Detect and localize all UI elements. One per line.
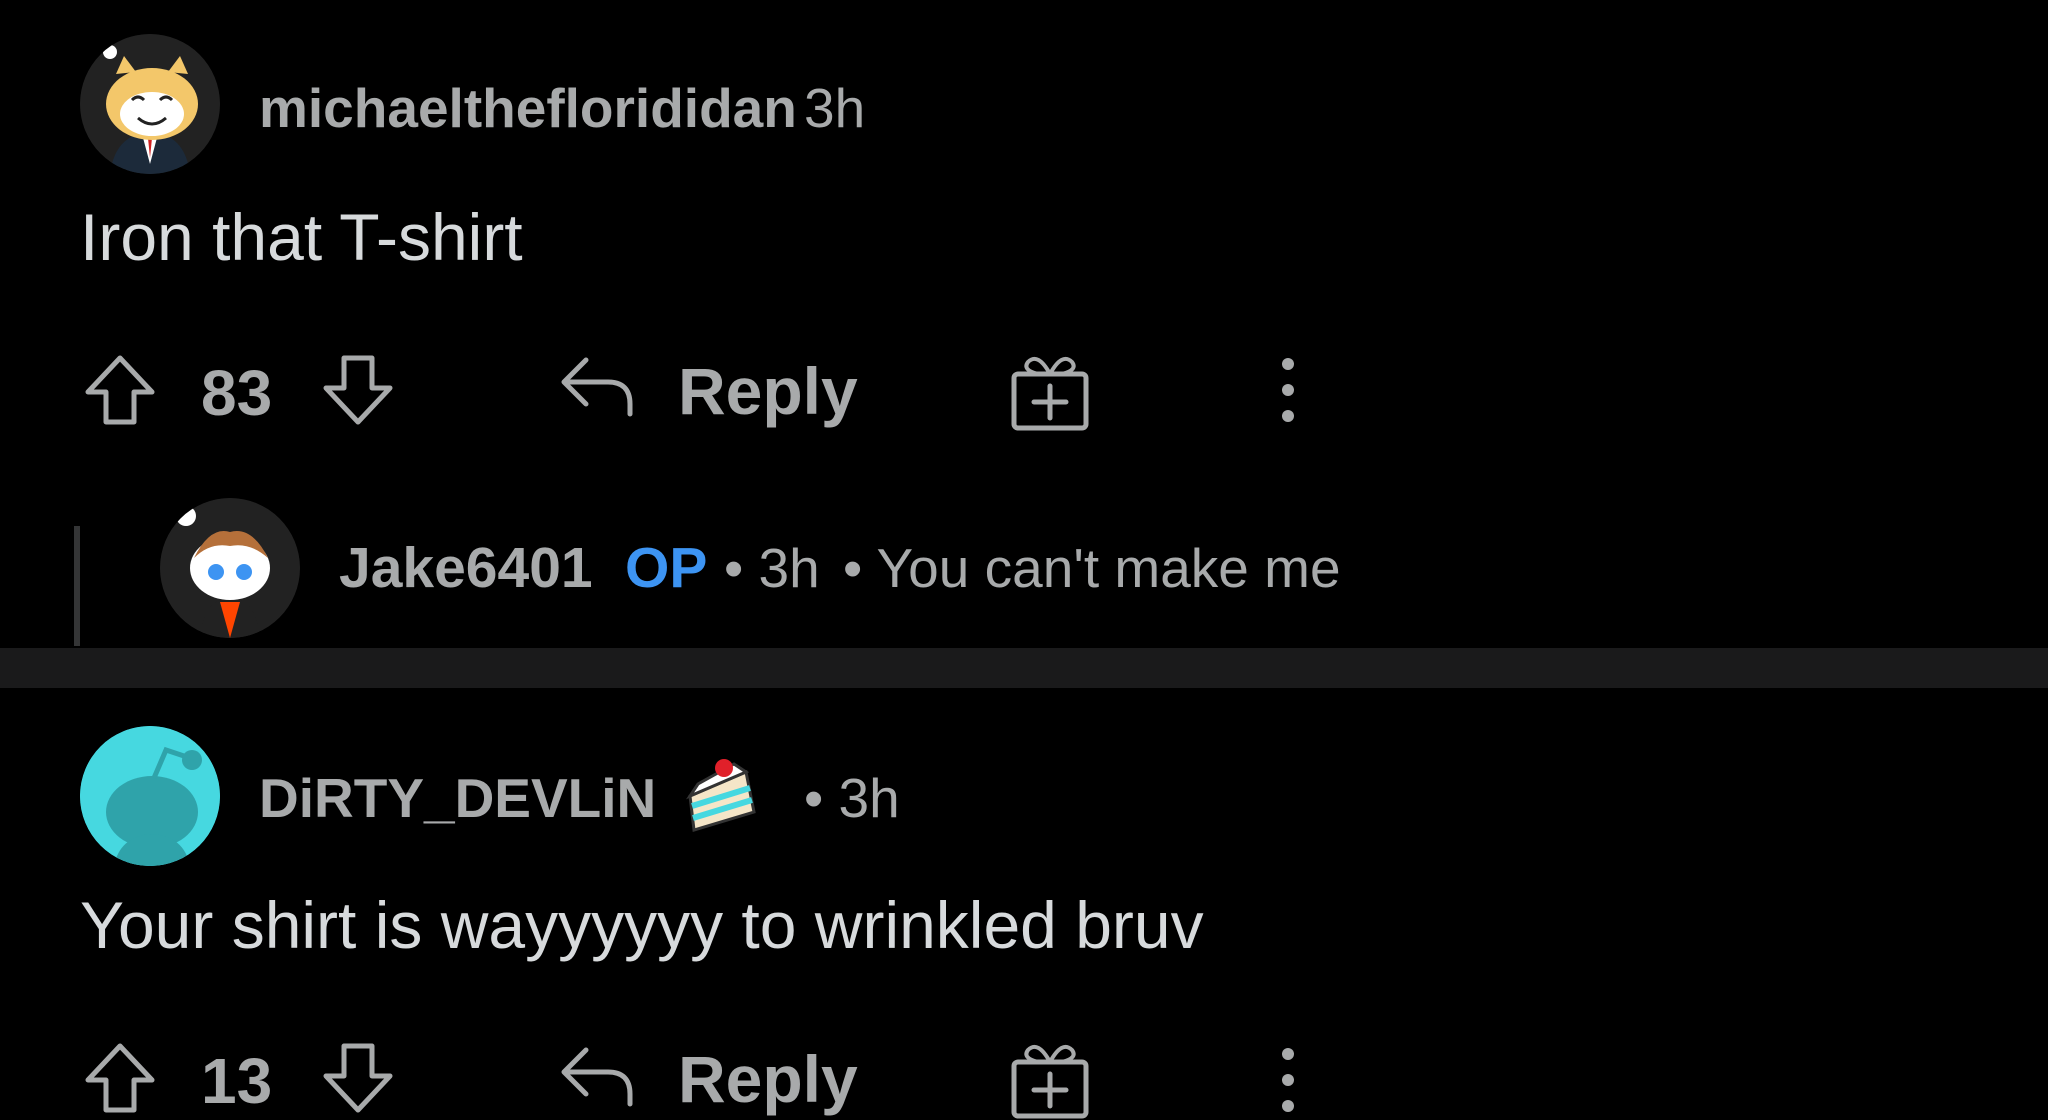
more-vertical-icon[interactable] (1272, 1044, 1304, 1116)
reply-arrow-icon[interactable] (558, 1044, 636, 1108)
reply-arrow-icon[interactable] (558, 354, 636, 418)
avatar-jake6401[interactable] (160, 498, 300, 638)
arrow-down-icon[interactable] (320, 352, 396, 428)
reply-username[interactable]: Jake6401 (339, 536, 593, 600)
comment-body: Iron that T-shirt (80, 200, 523, 274)
arrow-up-icon[interactable] (82, 1040, 158, 1116)
op-badge: OP (625, 536, 707, 600)
comment-username[interactable]: michaeltheflorididan (259, 78, 797, 138)
reply-timestamp: • 3h (724, 537, 820, 599)
reply-preview[interactable]: • You can't make me (843, 536, 1341, 600)
comment-timestamp: • 3h (804, 767, 900, 829)
op-label: OP (625, 536, 708, 600)
more-vertical-icon[interactable] (1272, 354, 1304, 426)
gift-icon[interactable] (1008, 348, 1092, 432)
score: 13 (201, 1045, 273, 1117)
comment-divider (0, 648, 2048, 688)
reply-button[interactable]: Reply (678, 354, 858, 428)
cake-day-icon (684, 756, 758, 834)
arrow-down-icon[interactable] (320, 1040, 396, 1116)
gift-icon[interactable] (1008, 1036, 1092, 1120)
avatar-michaeltheflorididan[interactable] (80, 34, 220, 174)
reply-button[interactable]: Reply (678, 1042, 858, 1116)
score: 83 (201, 357, 273, 429)
comment-timestamp: 3h (804, 77, 866, 139)
comment-username[interactable]: DiRTY_DEVLiN (259, 766, 656, 830)
comment-body: Your shirt is wayyyyyy to wrinkled bruv (80, 888, 1204, 962)
thread-line[interactable] (74, 526, 80, 646)
avatar-dirty-devlin[interactable] (80, 726, 220, 866)
arrow-up-icon[interactable] (82, 352, 158, 428)
